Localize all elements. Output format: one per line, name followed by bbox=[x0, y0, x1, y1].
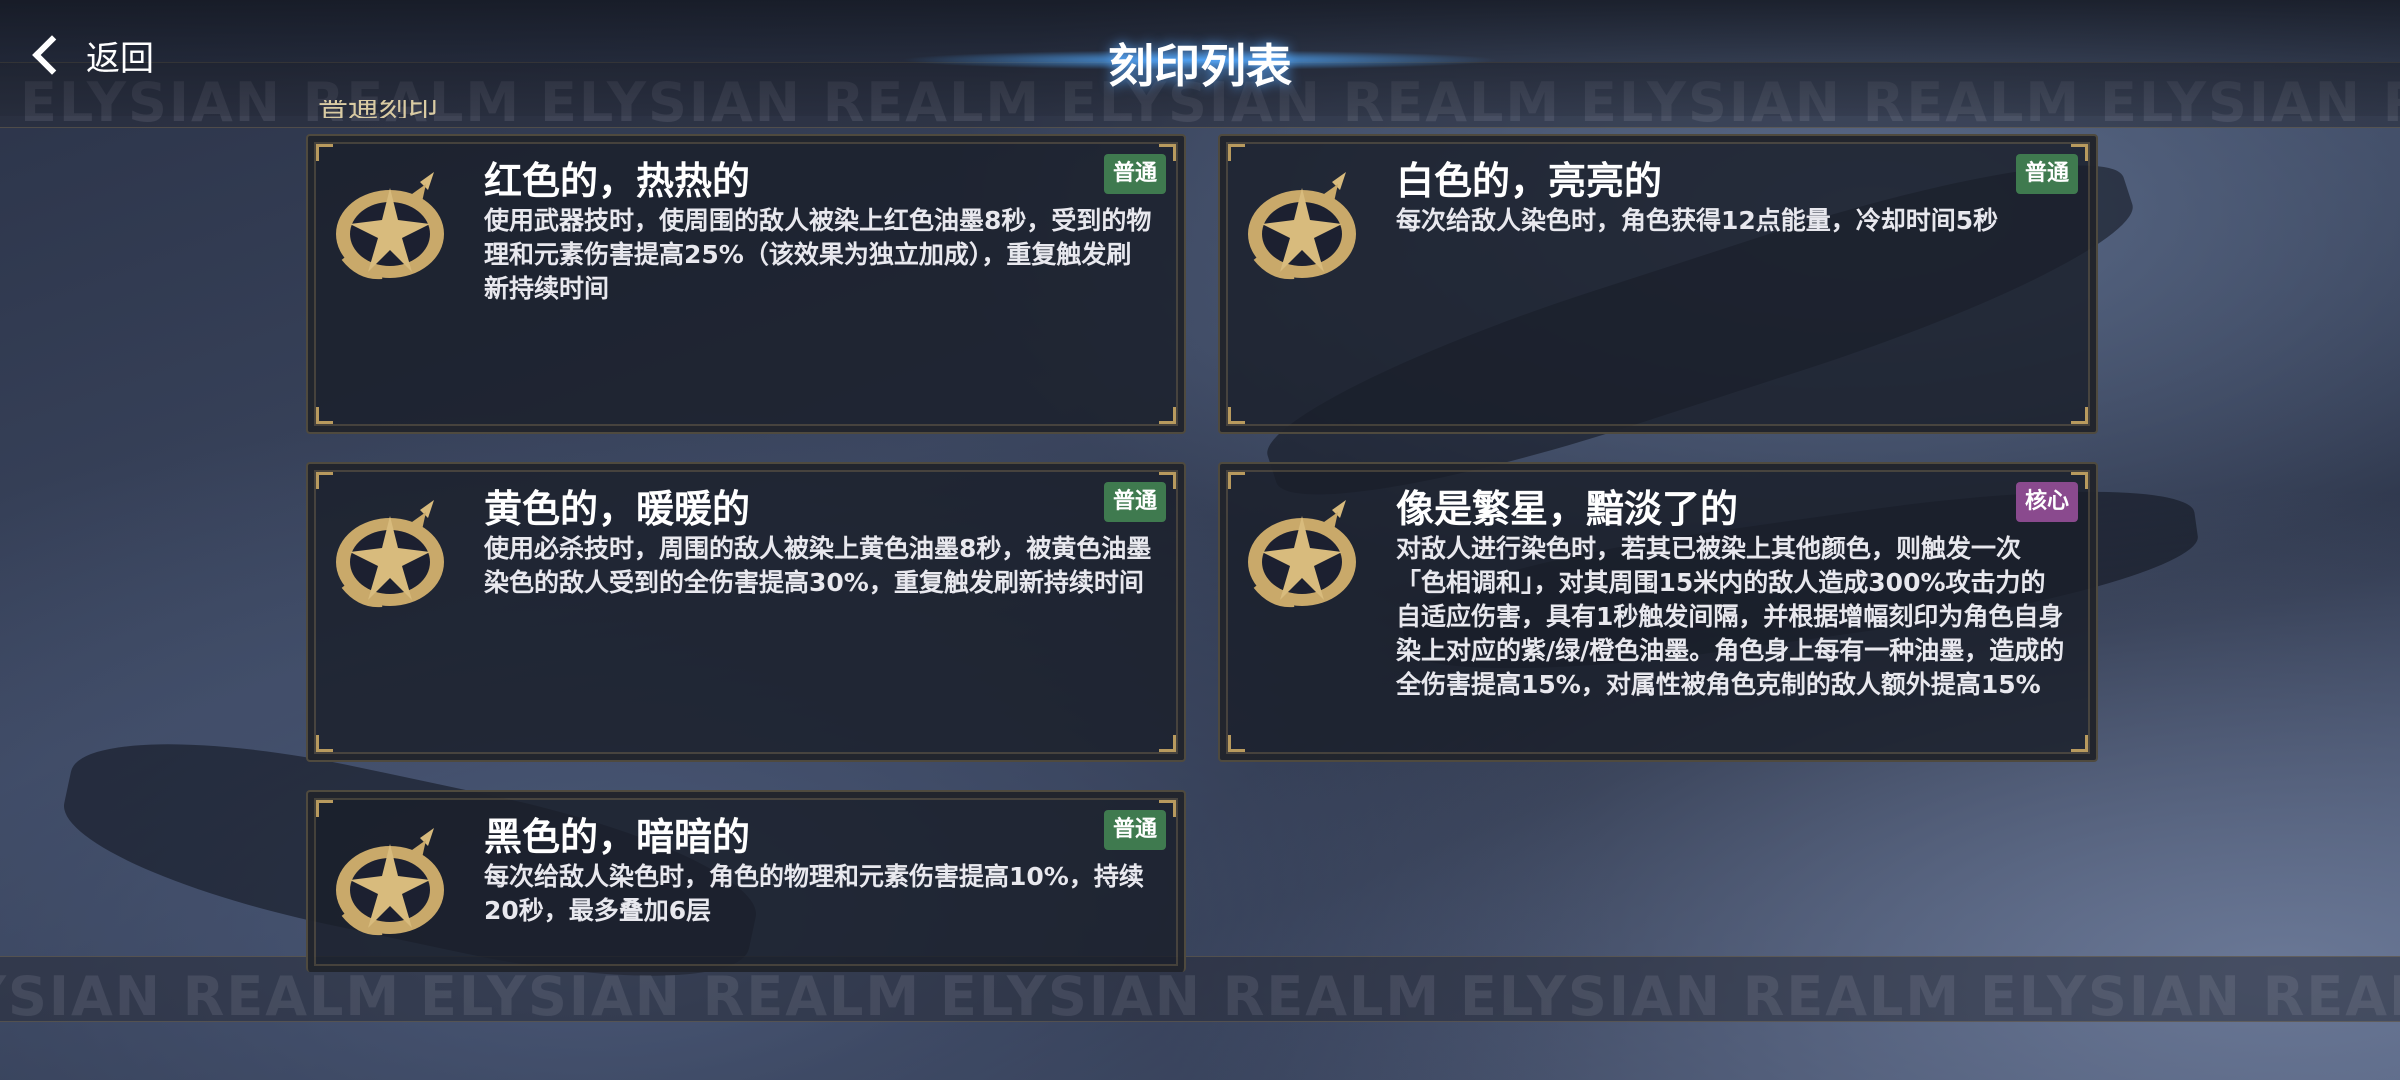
section-label-partial: 普通刻印 bbox=[318, 100, 438, 118]
ink-emblem-icon bbox=[1242, 496, 1362, 616]
card-title: 黑色的，暗暗的 bbox=[484, 815, 751, 859]
rarity-badge: 普通 bbox=[1103, 154, 1166, 194]
card-title: 白色的，亮亮的 bbox=[1396, 159, 1663, 203]
card-description: 每次给敌人染色时，角色的物理和元素伤害提高10%，持续20秒，最多叠加6层 bbox=[484, 862, 1144, 925]
card-title: 红色的，热热的 bbox=[484, 159, 751, 203]
watermark-text: ELYSIAN REALM bbox=[0, 965, 402, 1022]
watermark-text: ELYSIAN REALM bbox=[940, 965, 1442, 1022]
page-title: 刻印列表 bbox=[1108, 39, 1292, 93]
back-button[interactable]: 返回 bbox=[28, 30, 154, 80]
ink-emblem-icon bbox=[330, 824, 450, 944]
watermark-text: ELYSIAN REALM bbox=[1980, 965, 2400, 1022]
stigma-card[interactable]: 黑色的，暗暗的 普通 每次给敌人染色时，角色的物理和元素伤害提高10%，持续20… bbox=[306, 790, 1186, 972]
rarity-badge: 核心 bbox=[2015, 482, 2078, 522]
stigma-card[interactable]: 黄色的，暖暖的 普通 使用必杀技时，周围的敌人被染上黄色油墨8秒，被黄色油墨染色… bbox=[306, 462, 1186, 762]
ink-emblem-icon bbox=[330, 496, 450, 616]
stigma-card[interactable]: 像是繁星，黯淡了的 核心 对敌人进行染色时，若其已被染上其他颜色，则触发一次「色… bbox=[1218, 462, 2098, 762]
stigma-card[interactable]: 白色的，亮亮的 普通 每次给敌人染色时，角色获得12点能量，冷却时间5秒 bbox=[1218, 134, 2098, 434]
stigma-card[interactable]: 红色的，热热的 普通 使用武器技时，使周围的敌人被染上红色油墨8秒，受到的物理和… bbox=[306, 134, 1186, 434]
rarity-badge: 普通 bbox=[1103, 810, 1166, 850]
rarity-badge: 普通 bbox=[1103, 482, 1166, 522]
watermark-text: ELYSIAN REALM bbox=[1460, 965, 1962, 1022]
card-description: 每次给敌人染色时，角色获得12点能量，冷却时间5秒 bbox=[1396, 206, 1999, 235]
rarity-badge: 普通 bbox=[2015, 154, 2078, 194]
card-description: 使用武器技时，使周围的敌人被染上红色油墨8秒，受到的物理和元素伤害提高25%（该… bbox=[484, 206, 1152, 303]
card-title: 像是繁星，黯淡了的 bbox=[1396, 487, 1739, 531]
ink-emblem-icon bbox=[1242, 168, 1362, 288]
watermark-text: ELYSIAN REALM bbox=[420, 965, 922, 1022]
card-description: 对敌人进行染色时，若其已被染上其他颜色，则触发一次「色相调和」，对其周围15米内… bbox=[1396, 534, 2065, 699]
chevron-left-icon bbox=[32, 35, 72, 75]
ink-emblem-icon bbox=[330, 168, 450, 288]
card-title: 黄色的，暖暖的 bbox=[484, 487, 751, 531]
back-label: 返回 bbox=[86, 38, 154, 79]
card-description: 使用必杀技时，周围的敌人被染上黄色油墨8秒，被黄色油墨染色的敌人受到的全伤害提高… bbox=[484, 534, 1152, 597]
